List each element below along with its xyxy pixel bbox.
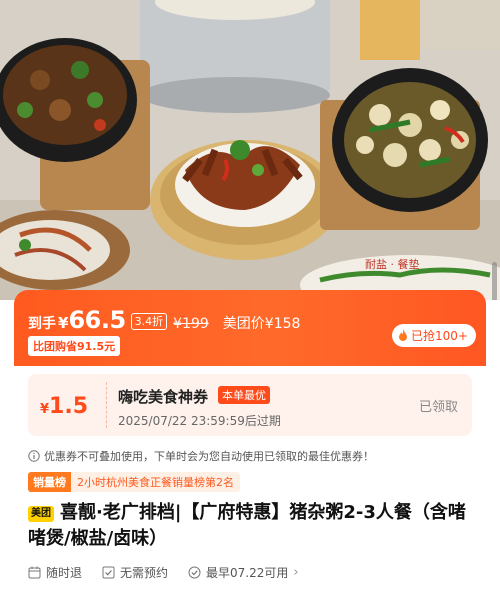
- meituan-logo: 美团: [28, 506, 54, 522]
- feature-available-date-label: 最早07.22可用: [206, 566, 289, 580]
- rank-text: 2小时杭州美食正餐销量榜第2名: [71, 472, 240, 492]
- scrollbar[interactable]: [492, 262, 497, 300]
- sold-count-badge: 已抢100+: [392, 324, 476, 347]
- flame-icon: [399, 329, 408, 341]
- best-coupon-badge: 本单最优: [218, 386, 270, 404]
- food-illustration: 耐盐 · 餐垫: [0, 0, 500, 300]
- coupon-value: 1.5: [49, 394, 89, 419]
- feature-list: 随时退 无需预约 最早07.22可用 ›: [28, 564, 299, 581]
- sold-count-text: 已抢100+: [411, 329, 468, 343]
- coupon-status[interactable]: 已领取: [419, 396, 458, 415]
- coupon-divider: [106, 382, 107, 428]
- currency-symbol: ¥: [58, 314, 69, 332]
- meituan-price: 美团价¥158: [222, 316, 301, 332]
- price-row: 到手 ¥ 66.5 3.4折 ¥199 美团价¥158: [28, 306, 300, 334]
- chevron-right-icon: ›: [293, 565, 299, 580]
- check-square-icon: [102, 566, 115, 579]
- deal-card: ¥1.5 嗨吃美食神券 本单最优 2025/07/22 23:59:59后过期 …: [14, 366, 486, 598]
- feature-available-date[interactable]: 最早07.22可用 ›: [188, 564, 299, 581]
- feature-refund: 随时退: [28, 564, 82, 581]
- feature-refund-label: 随时退: [46, 566, 83, 580]
- original-price: ¥199: [173, 316, 209, 332]
- sales-rank[interactable]: 销量榜 2小时杭州美食正餐销量榜第2名: [28, 472, 240, 492]
- bowl-text: 耐盐 · 餐垫: [365, 257, 420, 271]
- group-saving-badge: 比团购省91.5元: [28, 336, 121, 356]
- coupon-notice-text: 优惠券不可叠加使用，下单时会为您自动使用已领取的最佳优惠券！: [44, 450, 374, 463]
- discount-badge: 3.4折: [130, 313, 168, 330]
- info-icon: [28, 450, 40, 462]
- feature-no-booking-label: 无需预约: [120, 566, 169, 580]
- coupon-title: 嗨吃美食神券: [118, 388, 209, 406]
- coupon-notice: 优惠券不可叠加使用，下单时会为您自动使用已领取的最佳优惠券！: [28, 448, 374, 464]
- product-title: 美团 喜靓·老广排档|【广府特惠】猪杂粥2-3人餐（含啫啫煲/椒盐/卤味）: [28, 500, 468, 552]
- final-price: 66.5: [68, 306, 126, 334]
- hero-food-photo[interactable]: 耐盐 · 餐垫: [0, 0, 500, 300]
- final-price-label: 到手: [28, 316, 56, 332]
- coupon-card[interactable]: ¥1.5 嗨吃美食神券 本单最优 2025/07/22 23:59:59后过期 …: [28, 374, 472, 436]
- rank-tag: 销量榜: [28, 472, 71, 492]
- coupon-currency: ¥: [40, 402, 50, 417]
- product-title-text: 喜靓·老广排档|【广府特惠】猪杂粥2-3人餐（含啫啫煲/椒盐/卤味）: [28, 502, 466, 549]
- check-circle-icon: [188, 566, 201, 579]
- price-banner: 到手 ¥ 66.5 3.4折 ¥199 美团价¥158 比团购省91.5元 已抢…: [14, 290, 486, 366]
- coupon-expire: 2025/07/22 23:59:59后过期: [118, 414, 281, 428]
- coupon-amount: ¥1.5: [40, 394, 88, 419]
- calendar-icon: [28, 566, 41, 579]
- feature-no-booking: 无需预约: [102, 564, 168, 581]
